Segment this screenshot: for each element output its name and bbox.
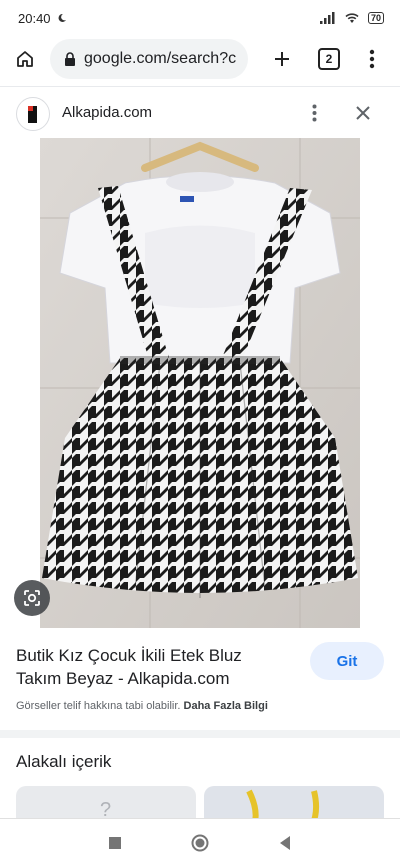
lock-icon: [65, 52, 75, 66]
battery-indicator: 70: [367, 12, 384, 24]
home-button[interactable]: [0, 36, 50, 82]
visit-site-button[interactable]: Git: [310, 642, 384, 680]
section-divider: [0, 730, 400, 738]
new-tab-button[interactable]: [266, 36, 298, 82]
plus-icon: [275, 52, 289, 66]
alkapida-logo-icon: [28, 106, 37, 123]
moon-icon: [58, 13, 66, 22]
lens-icon: [24, 590, 40, 606]
image-source-header: Alkapida.com: [0, 86, 400, 138]
triangle-back-icon[interactable]: [278, 835, 292, 851]
image-preview-area: [0, 138, 400, 628]
wifi-icon: [345, 13, 359, 23]
square-icon[interactable]: [108, 836, 122, 850]
tab-switcher-button[interactable]: 2: [318, 48, 340, 70]
signal-icon: [319, 12, 335, 24]
status-time: 20:40: [18, 10, 51, 26]
more-vert-icon: [369, 49, 375, 69]
more-info-link[interactable]: Daha Fazla Bilgi: [184, 700, 268, 712]
status-right: 70: [319, 12, 384, 24]
site-name[interactable]: Alkapida.com: [62, 104, 152, 121]
copyright-notice: Görseller telif hakkına tabi olabilir. D…: [16, 700, 268, 712]
result-title[interactable]: Butik Kız Çocuk İkili Etek Bluz Takım Be…: [16, 644, 286, 690]
copyright-text: Görseller telif hakkına tabi olabilir.: [16, 700, 181, 712]
site-logo: [16, 97, 50, 131]
status-left: 20:40: [18, 11, 67, 26]
close-viewer-button[interactable]: [350, 99, 376, 127]
address-bar[interactable]: google.com/search?c: [50, 39, 248, 79]
browser-menu-button[interactable]: [360, 36, 384, 82]
status-bar: 20:40 70: [0, 0, 400, 36]
google-lens-button[interactable]: [14, 580, 50, 616]
system-navigation-bar: [0, 818, 400, 866]
home-icon: [17, 51, 33, 67]
more-vert-icon: [312, 104, 316, 122]
url-text: google.com/search?c: [84, 50, 237, 67]
circle-icon[interactable]: [191, 834, 209, 852]
product-image[interactable]: [40, 138, 360, 628]
close-icon: [356, 106, 370, 120]
product-photo: [40, 138, 360, 628]
related-content-heading: Alakalı içerik: [16, 752, 112, 771]
browser-toolbar: google.com/search?c 2: [0, 36, 400, 82]
image-more-button[interactable]: [304, 99, 324, 127]
